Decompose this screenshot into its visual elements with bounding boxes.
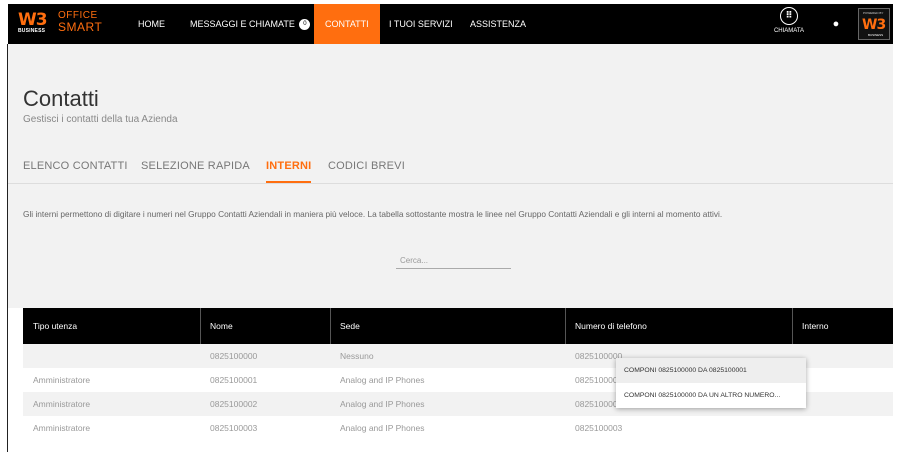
table-row[interactable]: Amministratore 0825100003 Analog and IP … <box>23 416 893 440</box>
menu-item-dial-from-line[interactable]: COMPONI 0825100000 DA 0825100001 <box>616 358 806 383</box>
nav-contatti-label: CONTATTI <box>325 19 369 29</box>
tabs-divider <box>8 183 893 184</box>
interni-description: Gli interni permettono di digitare i num… <box>23 209 723 219</box>
column-header-interno[interactable]: Interno <box>802 308 828 344</box>
nav-home[interactable]: HOME <box>138 4 165 44</box>
page-subtitle: Gestisci i contatti della tua Azienda <box>23 114 178 125</box>
nav-messaggi-e-chiamate[interactable]: MESSAGGI E CHIAMATE 0 <box>190 4 311 44</box>
user-icon: ● <box>832 18 840 30</box>
cell-nome: 0825100003 <box>210 423 258 433</box>
cell-sede: Nessuno <box>340 351 374 361</box>
powered-by-text: POWERED BY <box>863 11 884 15</box>
column-header-numero-di-telefono[interactable]: Numero di telefono <box>575 308 647 344</box>
column-header-tipo-utenza[interactable]: Tipo utenza <box>33 308 77 344</box>
cell-sede: Analog and IP Phones <box>340 399 425 409</box>
column-divider <box>330 308 331 344</box>
table-header: Tipo utenza Nome Sede Numero di telefono… <box>23 308 893 344</box>
cell-nome: 0825100002 <box>210 399 258 409</box>
w3-badge-business: BUSINESS <box>868 33 884 37</box>
nav-messaggi-label: MESSAGGI E CHIAMATE <box>190 19 295 29</box>
call-button-label: CHIAMATA <box>773 28 805 34</box>
w3-badge-mark: W3 <box>862 17 886 33</box>
powered-by-w3-business-logo: POWERED BY W3 BUSINESS <box>858 8 890 40</box>
nav-servizi-label: I TUOI SERVIZI <box>389 19 453 29</box>
cell-tipo-utenza: Amministratore <box>33 423 91 433</box>
logo-smart-text: SMART <box>58 20 103 34</box>
cell-sede: Analog and IP Phones <box>340 423 425 433</box>
column-divider <box>565 308 566 344</box>
left-border <box>7 44 8 452</box>
call-button[interactable]: ⠿ CHIAMATA <box>770 7 808 43</box>
w3-logo-mark: W3 <box>18 10 48 30</box>
user-menu-button[interactable]: ● <box>826 9 846 39</box>
cell-sede: Analog and IP Phones <box>340 375 425 385</box>
tab-codici-brevi[interactable]: CODICI BREVI <box>328 159 405 183</box>
nav-assistenza[interactable]: ASSISTENZA <box>470 4 526 44</box>
top-navbar: W3 BUSINESS OFFICE SMART HOME MESSAGGI E… <box>8 4 893 44</box>
cell-tipo-utenza: Amministratore <box>33 399 91 409</box>
tab-interni[interactable]: INTERNI <box>266 159 312 183</box>
cell-nome: 0825100001 <box>210 375 258 385</box>
page-title: Contatti <box>23 86 99 111</box>
office-smart-logo[interactable]: W3 BUSINESS OFFICE SMART <box>18 10 110 38</box>
column-divider <box>200 308 201 344</box>
dial-context-menu: COMPONI 0825100000 DA 0825100001 COMPONI… <box>616 358 806 408</box>
column-divider <box>792 308 793 344</box>
menu-item-dial-from-other-number[interactable]: COMPONI 0825100000 DA UN ALTRO NUMERO... <box>616 383 806 408</box>
nav-assistenza-label: ASSISTENZA <box>470 19 527 29</box>
nav-i-tuoi-servizi[interactable]: I TUOI SERVIZI <box>389 4 453 44</box>
cell-numero-di-telefono[interactable]: 0825100003 <box>575 416 622 440</box>
dialpad-icon: ⠿ <box>780 7 798 25</box>
cell-nome: 0825100000 <box>210 351 258 361</box>
nav-home-label: HOME <box>138 19 165 29</box>
column-header-nome[interactable]: Nome <box>210 308 233 344</box>
tab-selezione-rapida[interactable]: SELEZIONE RAPIDA <box>141 159 250 183</box>
search-input[interactable] <box>396 253 511 269</box>
logo-business-text: BUSINESS <box>18 28 46 34</box>
tab-elenco-contatti[interactable]: ELENCO CONTATTI <box>23 159 128 183</box>
notification-badge: 0 <box>299 19 311 31</box>
column-header-sede[interactable]: Sede <box>340 308 360 344</box>
cell-tipo-utenza: Amministratore <box>33 375 91 385</box>
nav-contatti[interactable]: CONTATTI <box>314 4 380 44</box>
